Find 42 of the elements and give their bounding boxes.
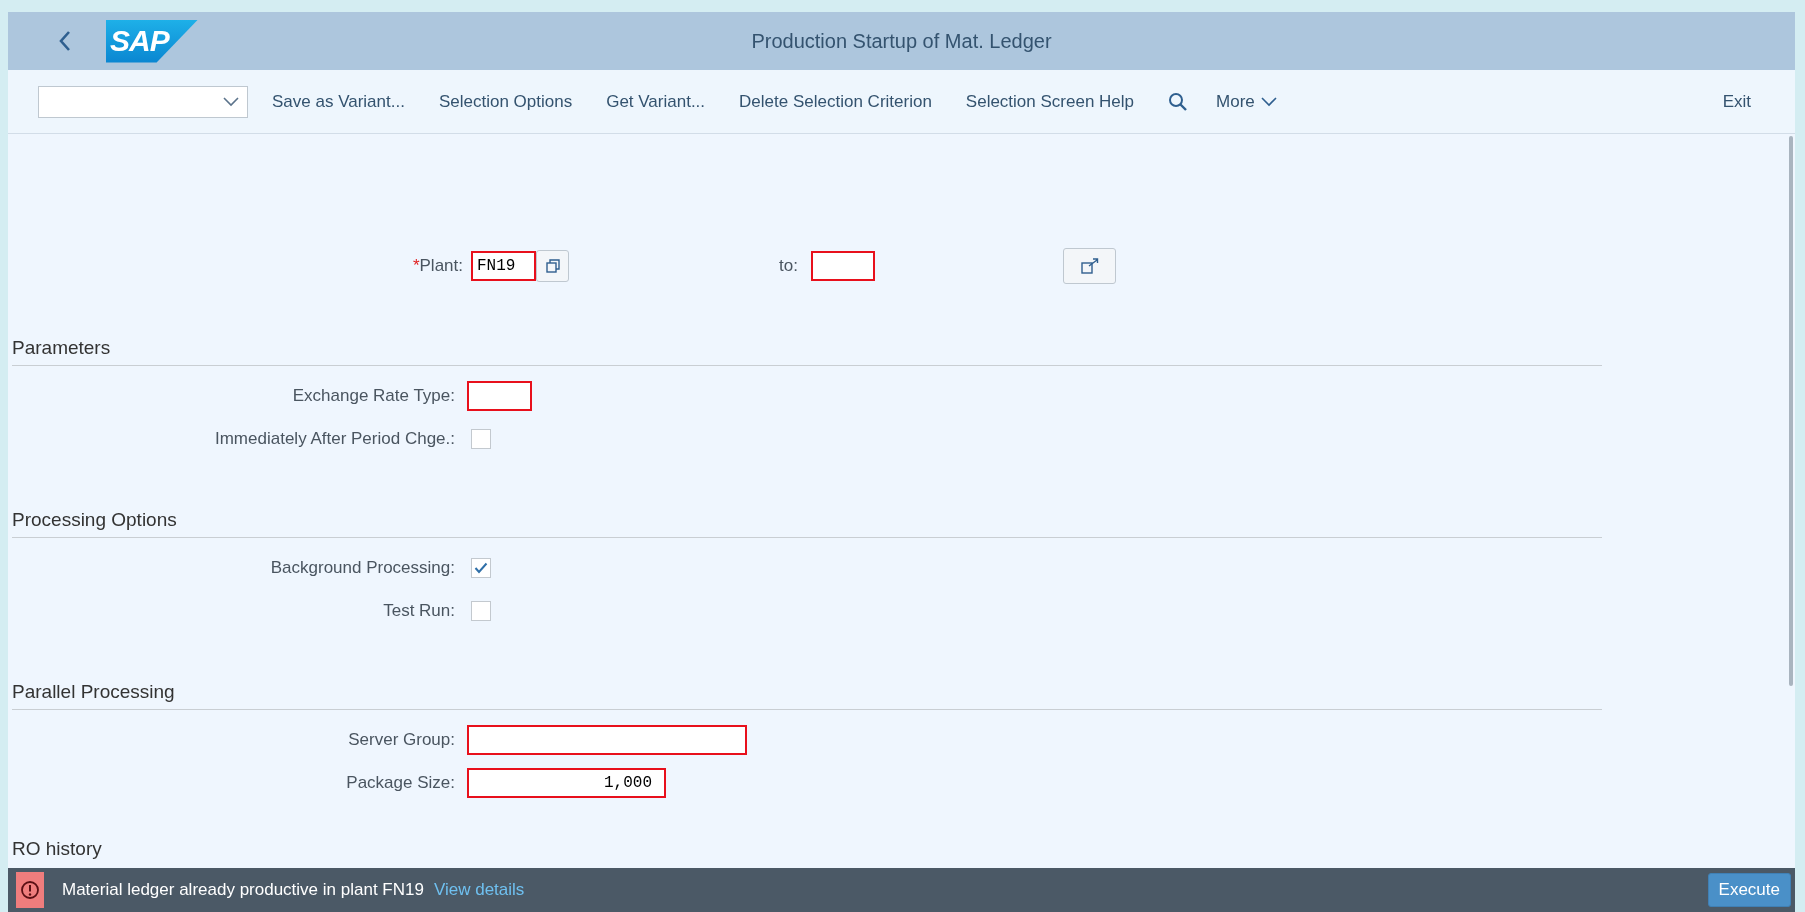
window-title: Production Startup of Mat. Ledger — [751, 29, 1052, 53]
toolbar-button[interactable]: Save as Variant... — [262, 85, 415, 118]
toolbar-button[interactable]: Selection Screen Help — [955, 85, 1145, 118]
field-label: Server Group: — [347, 729, 456, 750]
field-label: Plant: — [419, 256, 463, 275]
view-details-link[interactable]: View details — [433, 880, 525, 900]
error-icon — [16, 872, 44, 908]
section-heading: Processing Options — [12, 509, 1602, 538]
input-field[interactable] — [467, 380, 532, 411]
field-label: Test Run: — [382, 600, 456, 621]
chevron-icon — [1260, 96, 1277, 107]
checkbox[interactable] — [471, 600, 491, 621]
multiple-selection-button[interactable] — [1063, 248, 1116, 284]
search-icon — [1168, 91, 1189, 112]
field-label: Exchange Rate Type: — [291, 385, 456, 406]
section-heading: Parallel Processing — [12, 681, 1602, 710]
field-label: Background Processing: — [269, 557, 456, 578]
required-marker: * — [412, 256, 420, 275]
chevron-icon — [223, 96, 239, 107]
input-field[interactable] — [467, 724, 747, 755]
toolbar-button[interactable]: Selection Options — [428, 85, 583, 118]
exit-button[interactable]: Exit — [1712, 85, 1761, 118]
input-field[interactable]: 1,000 — [467, 767, 666, 798]
checkbox[interactable] — [471, 428, 491, 449]
status-message: Material ledger already productive in plant FN19 — [62, 880, 424, 900]
toolbar-button[interactable]: Get Variant... — [596, 85, 716, 118]
multiple-selection-button[interactable] — [536, 250, 569, 282]
input-field[interactable]: FN19 — [471, 251, 536, 281]
export-icon — [1079, 257, 1100, 275]
scrollbar[interactable] — [1789, 136, 1793, 686]
field-label: Immediately After Period Chge.: — [214, 428, 456, 449]
section-heading: Parameters — [12, 337, 1602, 366]
checkbox[interactable] — [471, 557, 491, 578]
input-field[interactable] — [811, 251, 875, 281]
field-label: Package Size: — [345, 772, 456, 793]
more-menu[interactable]: More — [1206, 85, 1287, 118]
back-icon — [58, 30, 72, 52]
copy-icon — [544, 258, 561, 274]
toolbar-button[interactable]: Delete Selection Criterion — [729, 85, 942, 118]
logo: SAP — [106, 19, 198, 63]
field-label: to: — [779, 256, 799, 276]
section-heading: RO history — [12, 838, 102, 860]
